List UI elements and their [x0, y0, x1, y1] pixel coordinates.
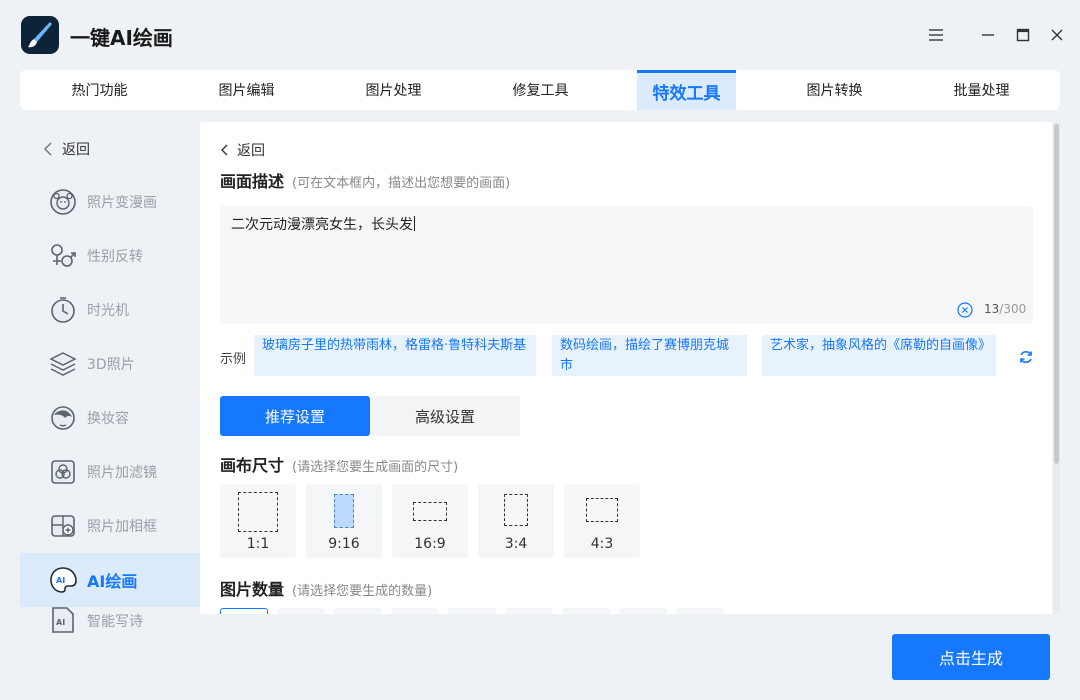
ratio-option-16-9[interactable]: 16:9 [392, 484, 468, 558]
cartoon-face-icon [50, 189, 76, 215]
count-option[interactable] [676, 608, 724, 614]
ratio-label: 16:9 [414, 536, 446, 552]
brush-logo [21, 16, 59, 54]
ratio-shape [238, 492, 278, 532]
sidebar-item-frame[interactable]: 照片加相框 [20, 499, 200, 553]
sidebar-item-label: 智能写诗 [87, 614, 143, 630]
count-option[interactable] [505, 608, 553, 614]
canvas-size-title: 画布尺寸 [220, 456, 285, 475]
tab-effect-tools[interactable]: 特效工具 [637, 70, 736, 110]
sidebar-item-cartoon[interactable]: 照片变漫画 [20, 175, 200, 229]
ai-paint-icon: AI [50, 567, 77, 593]
tab-batch[interactable]: 批量处理 [908, 70, 1055, 110]
back-label: 返回 [62, 142, 90, 158]
ratio-shape [586, 498, 618, 522]
sidebar-item-3d-photo[interactable]: 3D照片 [20, 337, 200, 391]
sidebar-item-label: AI绘画 [87, 572, 138, 591]
layers-icon [49, 352, 77, 376]
ratio-shape [413, 502, 447, 521]
sidebar-item-label: 换妆容 [87, 411, 129, 427]
generate-button[interactable]: 点击生成 [892, 634, 1050, 680]
clear-icon[interactable] [957, 302, 973, 318]
description-value: 二次元动漫漂亮女生，长头发 [231, 216, 415, 233]
ratio-option-4-3[interactable]: 4:3 [564, 484, 640, 558]
sidebar-item-label: 性别反转 [87, 249, 143, 265]
count-option[interactable] [334, 608, 382, 614]
tab-image-convert[interactable]: 图片转换 [761, 70, 908, 110]
frame-icon [51, 515, 75, 537]
makeup-icon [51, 406, 75, 430]
chevron-left-icon [43, 142, 52, 156]
main-back-button[interactable]: 返回 [220, 140, 265, 160]
sidebar-item-label: 照片加滤镜 [87, 465, 157, 481]
sidebar-back-button[interactable]: 返回 [42, 139, 90, 159]
count-option[interactable] [619, 608, 667, 614]
ai-poem-icon: AI [52, 607, 74, 633]
sidebar-item-time-machine[interactable]: 时光机 [20, 283, 200, 337]
advanced-settings-tab[interactable]: 高级设置 [370, 396, 520, 436]
count-option[interactable] [277, 608, 325, 614]
hamburger-icon[interactable] [926, 25, 946, 45]
description-textarea[interactable]: 二次元动漫漂亮女生，长头发 13/300 [220, 206, 1033, 324]
ratio-label: 4:3 [590, 536, 614, 552]
sidebar-item-gender[interactable]: 性别反转 [20, 229, 200, 283]
ratio-shape [504, 494, 528, 526]
canvas-size-section-title: 画布尺寸 (请选择您要生成画面的尺寸) [220, 452, 458, 476]
sidebar-item-label: 照片变漫画 [87, 195, 157, 211]
description-hint: (可在文本框内，描述出您想要的画面) [292, 176, 511, 191]
sidebar-item-makeup[interactable]: 换妆容 [20, 391, 200, 445]
maximize-icon[interactable] [1013, 25, 1033, 45]
tab-image-process[interactable]: 图片处理 [320, 70, 467, 110]
count-option[interactable] [220, 608, 268, 614]
main-scroll-thumb[interactable] [1054, 124, 1059, 464]
tab-hot[interactable]: 热门功能 [26, 70, 173, 110]
clock-icon [51, 297, 75, 323]
minimize-icon[interactable] [978, 25, 998, 45]
count-option[interactable] [562, 608, 610, 614]
gender-icon [51, 244, 76, 267]
char-counter: 13/300 [984, 302, 1027, 316]
image-count-hint: (请选择您要生成的数量) [292, 584, 433, 599]
examples-label: 示例 [220, 352, 247, 367]
recommended-settings-tab[interactable]: 推荐设置 [220, 396, 370, 436]
tab-repair-tools[interactable]: 修复工具 [467, 70, 614, 110]
sidebar-item-ai-poem[interactable]: AI 智能写诗 [20, 607, 200, 633]
close-icon[interactable] [1047, 25, 1067, 45]
sidebar-item-label: 照片加相框 [87, 519, 157, 535]
feature-tab-bar: 热门功能 图片编辑 图片处理 修复工具 特效工具 图片转换 批量处理 [20, 70, 1060, 110]
svg-text:AI: AI [56, 576, 65, 585]
refresh-icon[interactable] [1018, 349, 1034, 365]
sidebar-item-label: 3D照片 [87, 357, 135, 373]
ratio-label: 9:16 [328, 536, 360, 552]
main-panel: 返回 画面描述 (可在文本框内，描述出您想要的画面) 二次元动漫漂亮女生，长头发 … [200, 122, 1052, 614]
canvas-size-hint: (请选择您要生成画面的尺寸) [292, 460, 459, 475]
ratio-label: 1:1 [246, 536, 270, 552]
app-title: 一键AI绘画 [70, 26, 173, 50]
ratio-option-3-4[interactable]: 3:4 [478, 484, 554, 558]
tab-image-edit[interactable]: 图片编辑 [173, 70, 320, 110]
image-count-title: 图片数量 [220, 580, 285, 599]
svg-text:AI: AI [56, 618, 65, 627]
sidebar-item-label: 时光机 [87, 303, 129, 319]
example-chip[interactable]: 数码绘画，描绘了赛博朋克城市 [552, 335, 747, 376]
chevron-left-icon [221, 144, 228, 156]
description-section-title: 画面描述 (可在文本框内，描述出您想要的画面) [220, 168, 510, 192]
filter-icon [51, 460, 75, 484]
example-chip[interactable]: 艺术家，抽象风格的《席勒的自画像》 [762, 335, 996, 376]
count-option[interactable] [391, 608, 439, 614]
image-count-section-title: 图片数量 (请选择您要生成的数量) [220, 576, 432, 600]
ratio-option-1-1[interactable]: 1:1 [220, 484, 296, 558]
count-option[interactable] [448, 608, 496, 614]
back-label: 返回 [237, 143, 265, 159]
ratio-option-9-16[interactable]: 9:16 [306, 484, 382, 558]
example-chip[interactable]: 玻璃房子里的热带雨林，格雷格·鲁特科夫斯基 [254, 335, 536, 376]
title-bar: 一键AI绘画 [0, 0, 1080, 70]
sidebar-item-ai-paint[interactable]: AI AI绘画 [20, 553, 200, 607]
sidebar-item-filter[interactable]: 照片加滤镜 [20, 445, 200, 499]
description-title: 画面描述 [220, 172, 285, 191]
sidebar: 返回 照片变漫画 性别反转 时光机 3D照片 换妆容 照片加滤镜 照片加相框 A… [20, 122, 200, 633]
ratio-label: 3:4 [504, 536, 528, 552]
ratio-shape [334, 494, 354, 528]
